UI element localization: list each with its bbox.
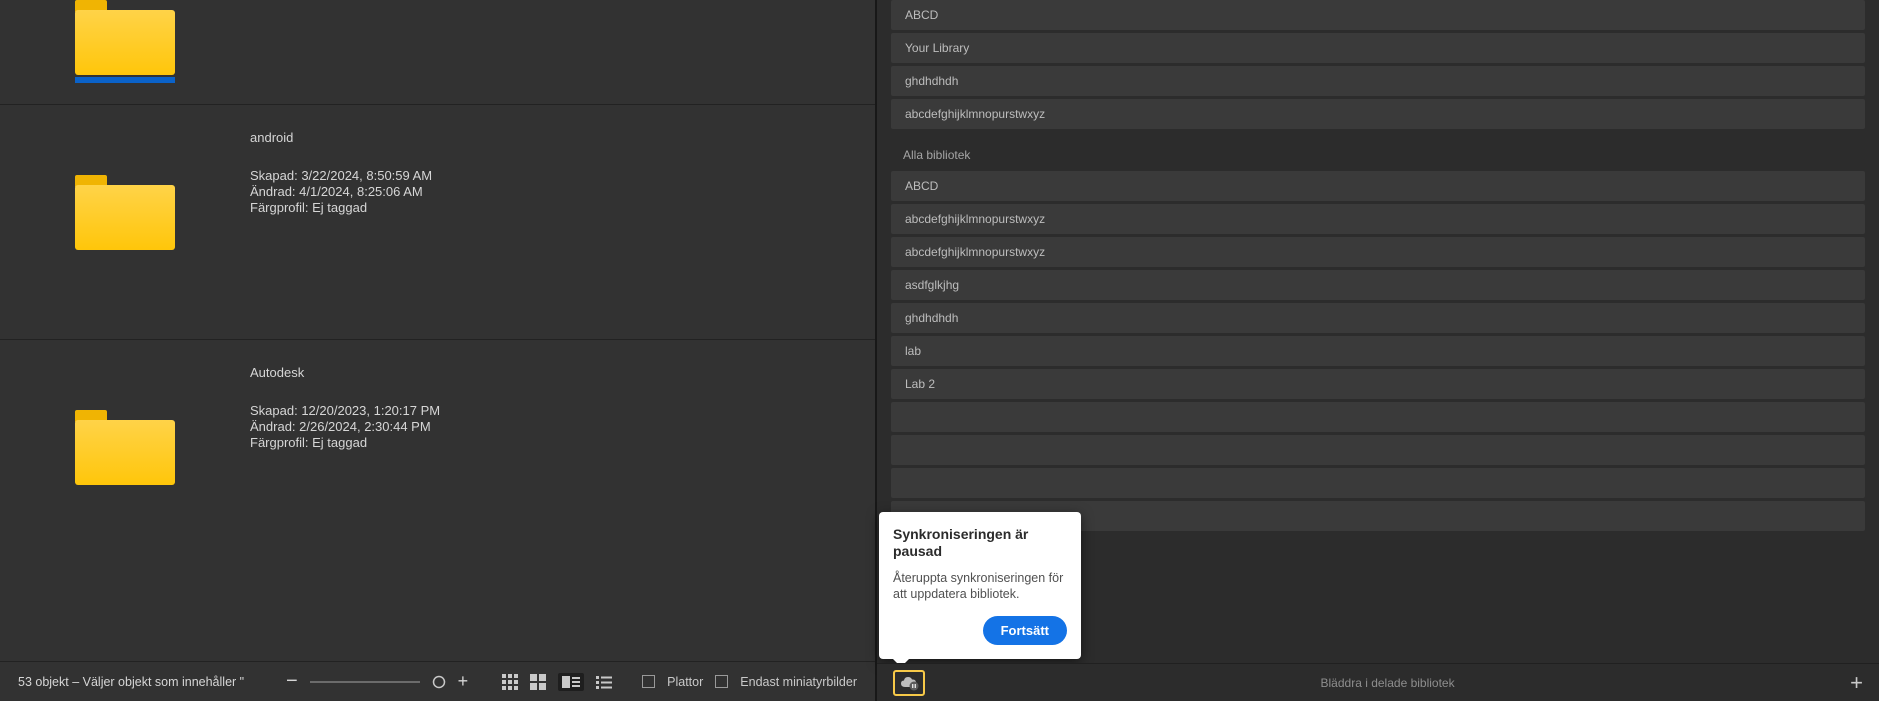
- add-library-button[interactable]: +: [1850, 670, 1863, 696]
- library-label: ABCD: [905, 179, 938, 193]
- library-label: ghdhdhdh: [905, 74, 958, 88]
- library-label: abcdefghijklmnopurstwxyz: [905, 245, 1045, 259]
- file-item[interactable]: [0, 0, 875, 105]
- file-list: android Skapad: 3/22/2024, 8:50:59 AM Än…: [0, 0, 875, 560]
- zoom-slider[interactable]: [310, 681, 420, 683]
- library-item[interactable]: abcdefghijklmnopurstwxyz: [891, 204, 1865, 234]
- view-list-button[interactable]: [596, 675, 612, 689]
- library-item[interactable]: [891, 402, 1865, 432]
- library-item[interactable]: Lab 2: [891, 369, 1865, 399]
- browse-shared-link[interactable]: Bläddra i delade bibliotek: [1321, 676, 1455, 690]
- library-item[interactable]: abcdefghijklmnopurstwxyz: [891, 237, 1865, 267]
- folder-thumbnail: [20, 350, 250, 485]
- library-item[interactable]: [891, 435, 1865, 465]
- libraries-panel: ABCD Your Library ghdhdhdh abcdefghijklm…: [875, 0, 1879, 701]
- library-label: ABCD: [905, 8, 938, 22]
- libraries-footer: Bläddra i delade bibliotek +: [877, 663, 1879, 701]
- view-grid-large-button[interactable]: [502, 674, 518, 690]
- sync-paused-popover: Synkroniseringen är pausad Återuppta syn…: [879, 512, 1081, 659]
- library-item[interactable]: Your Library: [891, 33, 1865, 63]
- folder-icon: [75, 410, 175, 485]
- library-label: abcdefghijklmnopurstwxyz: [905, 107, 1045, 121]
- zoom-out-button[interactable]: −: [286, 670, 298, 693]
- cloud-paused-icon: [899, 675, 919, 691]
- file-created: Skapad: 3/22/2024, 8:50:59 AM: [250, 168, 432, 184]
- thumbnails-only-checkbox[interactable]: [715, 675, 728, 688]
- file-meta: android Skapad: 3/22/2024, 8:50:59 AM Än…: [250, 115, 432, 216]
- library-label: lab: [905, 344, 921, 358]
- library-item[interactable]: ghdhdhdh: [891, 303, 1865, 333]
- plattor-checkbox[interactable]: [642, 675, 655, 688]
- file-name: android: [250, 130, 432, 146]
- plattor-label: Plattor: [667, 675, 703, 689]
- file-created: Skapad: 12/20/2023, 1:20:17 PM: [250, 403, 440, 419]
- folder-thumbnail: [20, 115, 250, 250]
- library-item[interactable]: ghdhdhdh: [891, 66, 1865, 96]
- zoom-handle-icon[interactable]: [432, 675, 446, 689]
- library-item[interactable]: ABCD: [891, 171, 1865, 201]
- folder-icon: [75, 175, 175, 250]
- selection-underline: [75, 77, 175, 83]
- file-item[interactable]: Autodesk Skapad: 12/20/2023, 1:20:17 PM …: [0, 340, 875, 560]
- all-libraries-header: Alla bibliotek: [891, 138, 1865, 168]
- status-text: 53 objekt – Väljer objekt som innehåller…: [18, 675, 274, 689]
- file-item[interactable]: android Skapad: 3/22/2024, 8:50:59 AM Än…: [0, 105, 875, 340]
- zoom-in-button[interactable]: +: [458, 671, 469, 692]
- sync-status-button[interactable]: [893, 670, 925, 696]
- library-item[interactable]: [891, 468, 1865, 498]
- library-label: abcdefghijklmnopurstwxyz: [905, 212, 1045, 226]
- library-item[interactable]: lab: [891, 336, 1865, 366]
- view-detail-button[interactable]: [558, 673, 584, 691]
- thumbnails-only-label: Endast miniatyrbilder: [740, 675, 857, 689]
- library-label: ghdhdhdh: [905, 311, 958, 325]
- library-item[interactable]: asdfglkjhg: [891, 270, 1865, 300]
- folder-thumbnail: [20, 0, 250, 83]
- library-item[interactable]: ABCD: [891, 0, 1865, 30]
- folder-icon: [75, 0, 175, 75]
- library-label: Lab 2: [905, 377, 935, 391]
- library-label: asdfglkjhg: [905, 278, 959, 292]
- file-colorprofile: Färgprofil: Ej taggad: [250, 200, 432, 216]
- library-item[interactable]: abcdefghijklmnopurstwxyz: [891, 99, 1865, 129]
- file-modified: Ändrad: 4/1/2024, 8:25:06 AM: [250, 184, 432, 200]
- library-label: Your Library: [905, 41, 969, 55]
- file-name: Autodesk: [250, 365, 440, 381]
- libraries-list: ABCD Your Library ghdhdhdh abcdefghijklm…: [891, 0, 1865, 531]
- content-pane: android Skapad: 3/22/2024, 8:50:59 AM Än…: [0, 0, 875, 701]
- continue-button[interactable]: Fortsätt: [983, 616, 1067, 645]
- file-colorprofile: Färgprofil: Ej taggad: [250, 435, 440, 451]
- status-bar: 53 objekt – Väljer objekt som innehåller…: [0, 661, 875, 701]
- popover-body: Återuppta synkroniseringen för att uppda…: [893, 570, 1067, 602]
- popover-title: Synkroniseringen är pausad: [893, 526, 1067, 560]
- file-meta: Autodesk Skapad: 12/20/2023, 1:20:17 PM …: [250, 350, 440, 451]
- view-grid-small-button[interactable]: [530, 674, 546, 690]
- file-modified: Ändrad: 2/26/2024, 2:30:44 PM: [250, 419, 440, 435]
